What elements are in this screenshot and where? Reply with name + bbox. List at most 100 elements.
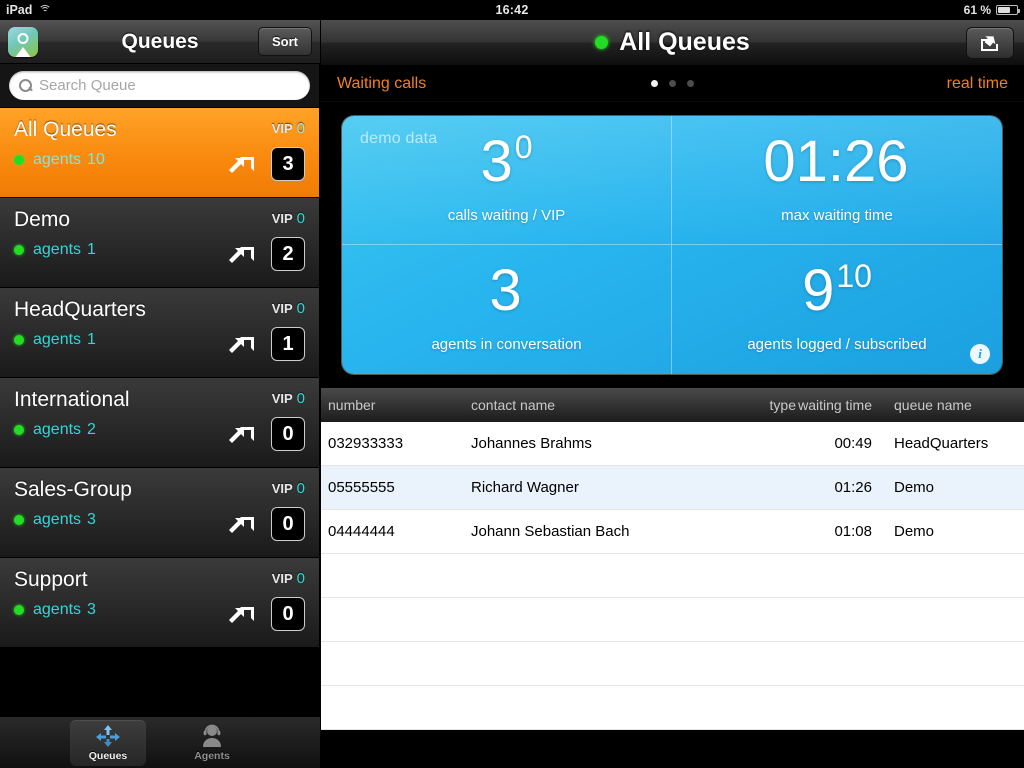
cell-waiting: 01:08: [834, 523, 872, 540]
cell-number: 032933333: [328, 435, 404, 452]
vip-count: 0: [296, 480, 305, 497]
agents-label: agents: [33, 601, 82, 618]
cell-queue: HeadQuarters: [894, 435, 989, 452]
table-row[interactable]: 032933333 Johannes Brahms 00:49 HeadQuar…: [321, 422, 1024, 466]
agents-count: 1: [87, 331, 96, 348]
vip-badge: VIP 0: [272, 120, 305, 137]
sort-button[interactable]: Sort: [258, 27, 312, 56]
queue-row-demo[interactable]: Demo agents 1 VIP 0 2: [0, 198, 319, 288]
vip-count: 0: [296, 210, 305, 227]
queue-agents-row: agents 1: [14, 241, 309, 259]
vip-count: 0: [296, 570, 305, 587]
stat-label: calls waiting / VIP: [447, 206, 566, 224]
queue-name: HeadQuarters: [14, 298, 146, 321]
stat-value-group: 3: [489, 262, 523, 320]
agents-count: 2: [87, 421, 96, 438]
battery-icon: [996, 5, 1020, 15]
col-header-type: type: [769, 397, 796, 413]
table-row-empty: [321, 554, 1024, 598]
stats-panel-wrap: demo data 3 0 calls waiting / VIP 01:26 …: [321, 102, 1024, 374]
cell-waiting: 00:49: [834, 435, 872, 452]
expand-arrow-icon[interactable]: [227, 420, 257, 448]
queue-row-international[interactable]: International agents 2 VIP 0 0: [0, 378, 319, 468]
queue-agents: agents 3: [33, 511, 96, 529]
stat-agents-logged: 9 10 agents logged / subscribed i: [672, 245, 1002, 374]
cell-queue: Demo: [894, 523, 935, 540]
cell-queue: Demo: [894, 479, 935, 496]
agents-count: 3: [87, 511, 96, 528]
vip-label: VIP: [271, 301, 293, 316]
vip-badge: VIP 0: [272, 300, 305, 317]
vip-count: 0: [296, 390, 305, 407]
status-dot-icon: [14, 425, 24, 435]
agents-label: agents: [33, 151, 82, 168]
expand-arrow-icon[interactable]: [227, 240, 257, 268]
stat-superscript: 10: [836, 258, 872, 294]
vip-badge: VIP 0: [272, 480, 305, 497]
vip-label: VIP: [271, 481, 293, 496]
col-header-number: number: [328, 397, 376, 413]
search-input[interactable]: Search Queue: [9, 71, 310, 100]
status-dot-icon: [14, 515, 24, 525]
info-icon[interactable]: i: [970, 344, 990, 364]
share-button[interactable]: [966, 26, 1014, 59]
tab-queues[interactable]: Queues: [70, 719, 146, 766]
real-time-label: real time: [946, 74, 1008, 92]
status-dot-icon: [14, 155, 24, 165]
queue-row-support[interactable]: Support agents 3 VIP 0 0: [0, 558, 319, 648]
agents-label: agents: [33, 421, 82, 438]
main-subbar: Waiting calls real time: [321, 66, 1024, 102]
agent-headset-icon: [203, 724, 221, 747]
cell-number: 04444444: [328, 523, 395, 540]
share-icon: [981, 35, 998, 51]
status-dot-icon: [14, 605, 24, 615]
cell-waiting: 01:26: [834, 479, 872, 496]
table-row[interactable]: 04444444 Johann Sebastian Bach 01:08 Dem…: [321, 510, 1024, 554]
table-row-empty: [321, 642, 1024, 686]
status-dot-icon: [14, 245, 24, 255]
queue-row-all-queues[interactable]: All Queues agents 10 VIP 0 3: [0, 108, 319, 198]
cell-contact: Richard Wagner: [471, 479, 579, 496]
expand-arrow-icon[interactable]: [227, 600, 257, 628]
search-bar: Search Queue: [0, 64, 319, 108]
search-placeholder: Search Queue: [39, 77, 136, 94]
page-dot-3[interactable]: [687, 80, 694, 87]
queue-agents: agents 1: [33, 241, 96, 259]
stat-value: 01:26: [763, 128, 909, 194]
waiting-count-badge: 0: [271, 417, 305, 451]
queue-name: All Queues: [14, 118, 117, 141]
waiting-count-badge: 1: [271, 327, 305, 361]
agents-count: 3: [87, 601, 96, 618]
status-bar: iPad 16:42 61 %: [0, 0, 1024, 20]
agents-label: agents: [33, 331, 82, 348]
queue-agents-row: agents 1: [14, 331, 309, 349]
stat-value-group: 3 0: [480, 131, 532, 191]
stat-label: max waiting time: [781, 206, 893, 224]
main-title-group: All Queues: [321, 28, 1024, 57]
tab-queues-label: Queues: [88, 749, 128, 762]
tab-agents[interactable]: Agents: [174, 720, 250, 766]
page-dot-1[interactable]: [651, 80, 658, 87]
table-row-empty: [321, 686, 1024, 730]
waiting-count-badge: 2: [271, 237, 305, 271]
waiting-count-badge: 3: [271, 147, 305, 181]
demo-data-watermark: demo data: [360, 130, 438, 147]
main-panel: All Queues Waiting calls real time demo …: [321, 20, 1024, 768]
status-bar-clock: 16:42: [495, 3, 529, 17]
queue-name: Demo: [14, 208, 71, 231]
expand-arrow-icon[interactable]: [227, 330, 257, 358]
status-bar-right: 61 %: [964, 3, 1020, 17]
queue-agents-row: agents 2: [14, 421, 309, 439]
expand-arrow-icon[interactable]: [227, 150, 257, 178]
vip-badge: VIP 0: [272, 210, 305, 227]
queue-row-sales-group[interactable]: Sales-Group agents 3 VIP 0 0: [0, 468, 319, 558]
agents-label: agents: [33, 241, 82, 258]
table-row[interactable]: 05555555 Richard Wagner 01:26 Demo: [321, 466, 1024, 510]
queue-row-headquarters[interactable]: HeadQuarters agents 1 VIP 0 1: [0, 288, 319, 378]
sidebar-navbar: Queues Sort: [0, 20, 320, 64]
page-dot-2[interactable]: [669, 80, 676, 87]
cell-number: 05555555: [328, 479, 395, 496]
page-indicator: [321, 80, 1024, 87]
vip-count: 0: [296, 120, 305, 137]
expand-arrow-icon[interactable]: [227, 510, 257, 538]
